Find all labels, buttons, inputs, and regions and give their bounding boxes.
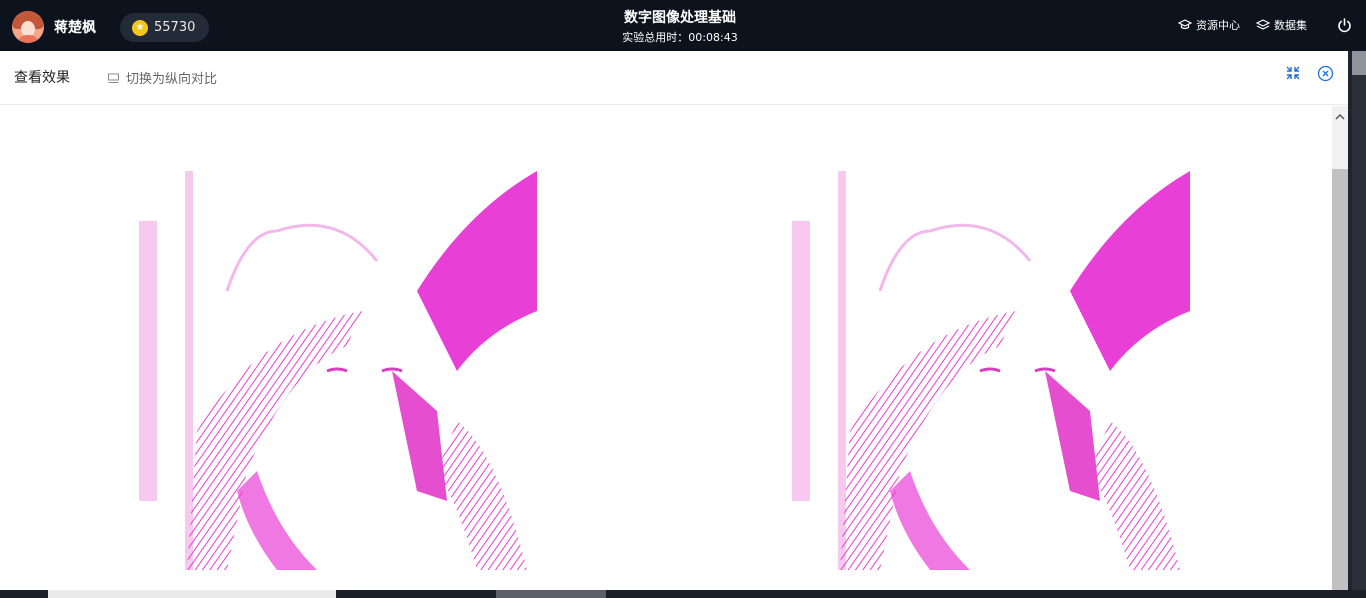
dataset-label: 数据集	[1274, 19, 1307, 32]
top-nav: 资源中心 数据集	[1178, 17, 1352, 33]
comparison-area	[0, 106, 1332, 590]
modal-header: 查看效果 切换为纵向对比	[0, 51, 1348, 105]
experiment-timer: 实验总用时：00:08:43	[622, 31, 738, 44]
top-bar: 蒋楚枫 ★ 55730 数字图像处理基础 实验总用时：00:08:43 资源中心…	[0, 0, 1366, 51]
scroll-up-arrow-icon[interactable]	[1335, 112, 1345, 122]
experiment-header: 数字图像处理基础 实验总用时：00:08:43	[480, 9, 880, 46]
background-panel	[1352, 51, 1366, 598]
username: 蒋楚枫	[54, 20, 96, 36]
close-circle-icon[interactable]	[1317, 65, 1334, 82]
dataset-link[interactable]: 数据集	[1256, 17, 1307, 33]
switch-label: 切换为纵向对比	[126, 72, 218, 87]
resource-center-link[interactable]: 资源中心	[1178, 17, 1240, 33]
page-title: 数字图像处理基础	[624, 10, 736, 26]
background-taskbar	[0, 590, 1366, 598]
logout-button[interactable]	[1337, 17, 1352, 33]
layout-icon	[108, 73, 119, 83]
layers-icon	[1256, 19, 1270, 30]
modal-title: 查看效果	[14, 70, 70, 86]
resource-center-label: 资源中心	[1196, 19, 1240, 32]
processed-result-image	[790, 171, 1190, 570]
power-icon	[1338, 17, 1351, 32]
avatar[interactable]	[12, 11, 44, 43]
graduation-cap-icon	[1178, 19, 1192, 30]
scrollbar-thumb[interactable]	[1332, 169, 1348, 590]
coin-count: 55730	[154, 20, 196, 35]
coin-icon: ★	[132, 19, 148, 36]
user-profile[interactable]: 蒋楚枫	[12, 11, 96, 43]
switch-vertical-compare-button[interactable]: 切换为纵向对比	[107, 68, 217, 87]
coin-balance: ★ 55730	[120, 13, 210, 42]
collapse-icon[interactable]	[1285, 65, 1301, 81]
vertical-scrollbar[interactable]	[1332, 106, 1348, 590]
original-result-image	[137, 171, 537, 570]
